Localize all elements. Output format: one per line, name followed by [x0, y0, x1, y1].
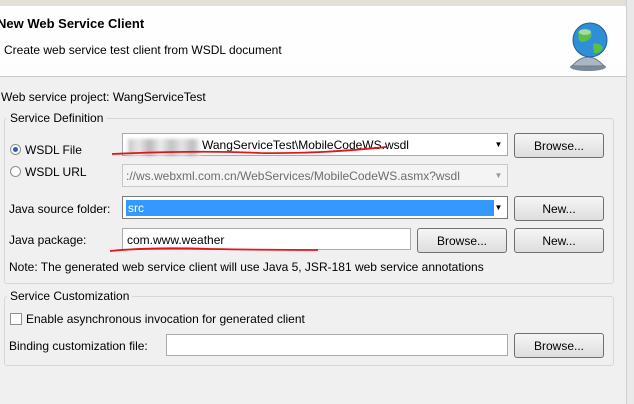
package-input[interactable]: com.www.weather: [122, 228, 411, 250]
wsdl-file-value: WangServiceTest\MobileCodeWS.wsdl: [202, 138, 409, 152]
project-label: Web service project: WangServiceTest: [1, 90, 206, 104]
wsdl-url-radio[interactable]: [10, 166, 21, 177]
source-folder-new-button[interactable]: New...: [514, 196, 604, 221]
chevron-down-icon[interactable]: ▼: [490, 134, 507, 155]
package-browse-button[interactable]: Browse...: [417, 228, 507, 253]
generation-note: Note: The generated web service client w…: [9, 260, 484, 274]
chevron-down-icon[interactable]: ▼: [490, 197, 507, 218]
package-new-button[interactable]: New...: [514, 228, 604, 253]
package-value: com.www.weather: [127, 233, 225, 247]
wsdl-url-combo[interactable]: ://ws.webxml.com.cn/WebServices/MobileCo…: [122, 164, 508, 187]
wsdl-file-radio[interactable]: [10, 144, 21, 155]
wsdl-file-label[interactable]: WSDL File: [25, 143, 82, 157]
wizard-title: New Web Service Client: [0, 16, 145, 31]
service-definition-title: Service Definition: [7, 111, 107, 125]
source-folder-combo[interactable]: src ▼: [122, 196, 508, 219]
binding-browse-button[interactable]: Browse...: [514, 333, 604, 358]
wsdl-browse-button[interactable]: Browse...: [514, 133, 604, 158]
binding-file-input[interactable]: [166, 334, 508, 356]
async-label[interactable]: Enable asynchronous invocation for gener…: [26, 312, 305, 326]
wizard-banner: New Web Service Client Create web servic…: [0, 6, 626, 77]
globe-bell-icon: [570, 22, 608, 71]
wsdl-url-value: ://ws.webxml.com.cn/WebServices/MobileCo…: [126, 169, 460, 183]
service-customization-title: Service Customization: [7, 289, 133, 303]
project-value: WangServiceTest: [112, 90, 206, 104]
source-folder-label: Java source folder:: [9, 202, 111, 216]
binding-file-label: Binding customization file:: [9, 339, 148, 353]
window-right-edge: [626, 0, 634, 404]
wsdl-url-label[interactable]: WSDL URL: [25, 165, 87, 179]
source-folder-value: src: [126, 200, 494, 216]
async-checkbox[interactable]: [10, 313, 22, 325]
chevron-down-icon[interactable]: ▼: [490, 165, 507, 186]
package-label: Java package:: [9, 233, 87, 247]
redacted-path: [128, 139, 200, 156]
wizard-description: Create web service test client from WSDL…: [4, 43, 282, 57]
